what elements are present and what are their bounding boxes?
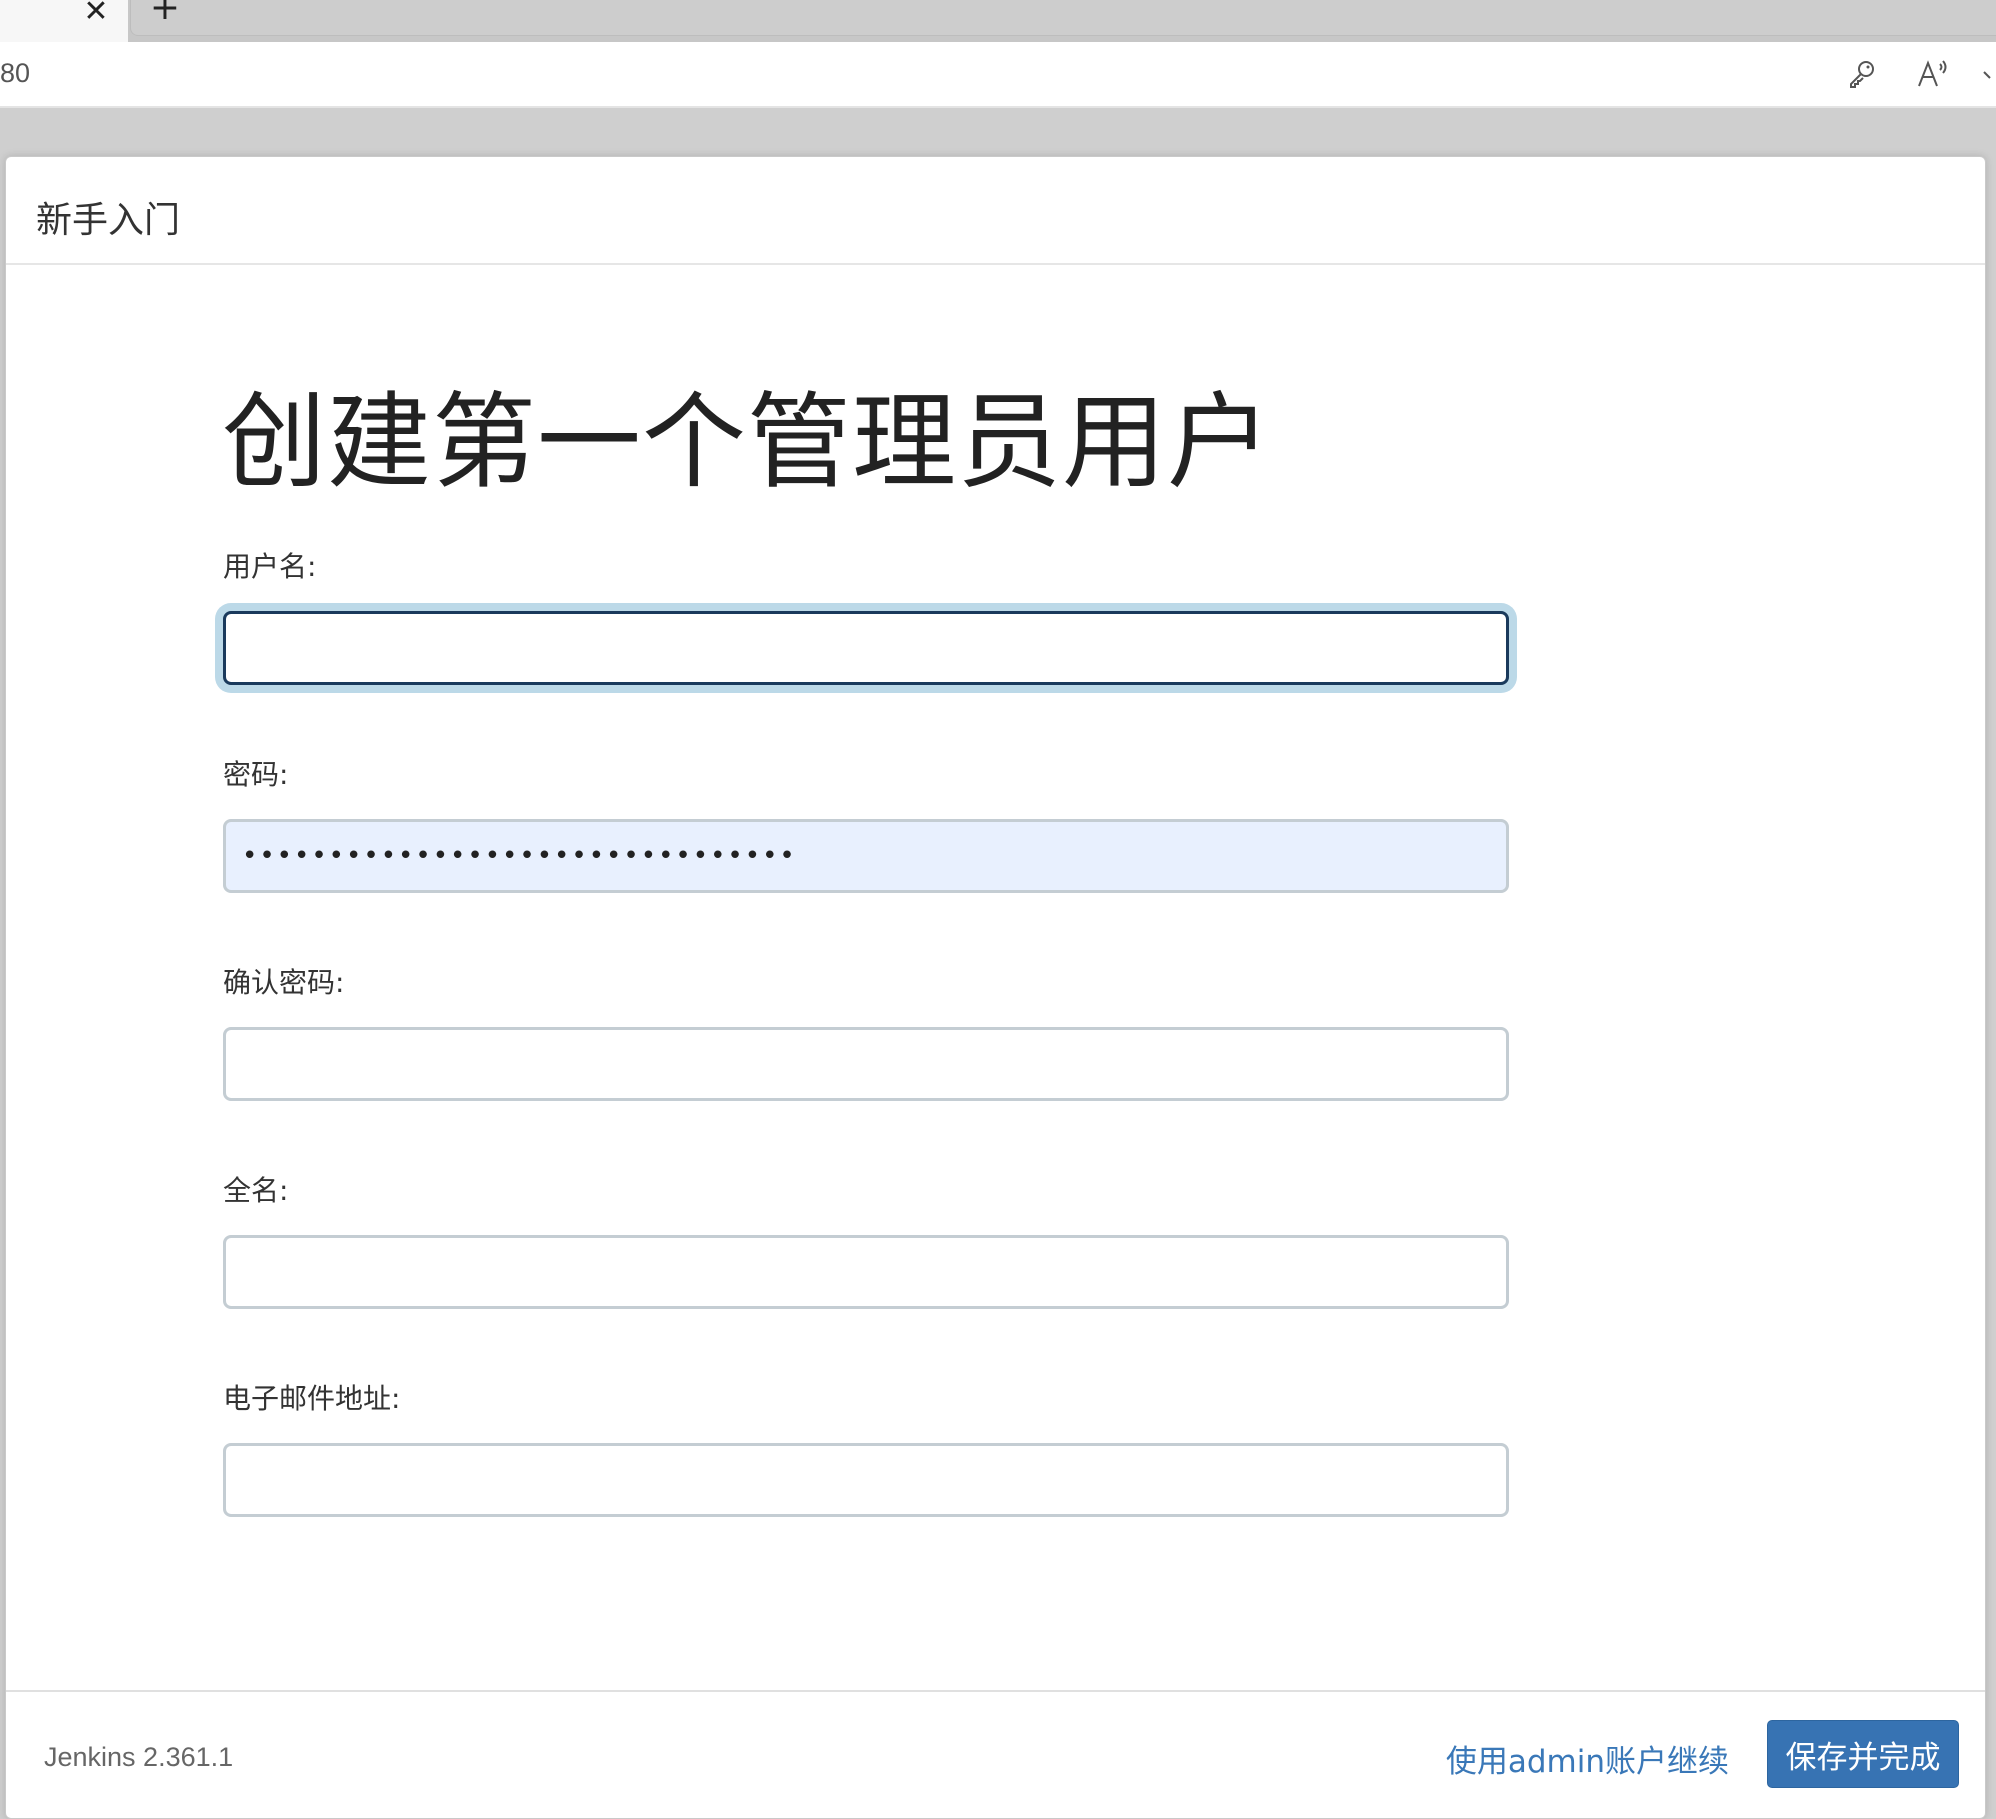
- fullname-label: 全名:: [223, 1174, 289, 1207]
- address-bar-url[interactable]: 80: [0, 58, 30, 89]
- save-and-finish-button[interactable]: 保存并完成: [1767, 1720, 1959, 1788]
- address-bar[interactable]: 80: [0, 42, 1996, 108]
- fullname-input[interactable]: [223, 1235, 1509, 1309]
- confirm-password-label: 确认密码:: [223, 966, 345, 999]
- email-label: 电子邮件地址:: [223, 1382, 401, 1415]
- continue-as-admin-link[interactable]: 使用admin账户继续: [1446, 1736, 1729, 1781]
- close-tab-icon[interactable]: ✕: [78, 0, 114, 30]
- page-background: [0, 108, 1996, 156]
- tabstrip-background: [130, 0, 1996, 36]
- confirm-password-input[interactable]: [223, 1027, 1509, 1101]
- new-tab-icon[interactable]: +: [145, 0, 185, 28]
- dialog-footer: Jenkins 2.361.1 使用admin账户继续 保存并完成: [6, 1690, 1985, 1818]
- dialog-title: 新手入门: [36, 200, 181, 241]
- key-icon[interactable]: [1840, 52, 1884, 96]
- username-input[interactable]: [223, 611, 1509, 685]
- setup-dialog: 新手入门 创建第一个管理员用户 用户名: 密码: •••••••••••••••…: [5, 156, 1986, 1819]
- browser-tab-active[interactable]: ✕: [0, 0, 128, 42]
- username-label: 用户名:: [223, 550, 317, 583]
- page-title: 创建第一个管理员用户: [222, 381, 1273, 503]
- version-label: Jenkins 2.361.1: [44, 1742, 234, 1772]
- browser-tabstrip: ✕ +: [0, 0, 1996, 42]
- password-input[interactable]: ••••••••••••••••••••••••••••••••: [223, 819, 1509, 893]
- read-aloud-icon[interactable]: [1912, 52, 1956, 96]
- email-input[interactable]: [223, 1443, 1509, 1517]
- chevron-down-icon[interactable]: [1976, 52, 1996, 96]
- password-label: 密码:: [223, 758, 289, 791]
- dialog-header: 新手入门: [6, 157, 1985, 265]
